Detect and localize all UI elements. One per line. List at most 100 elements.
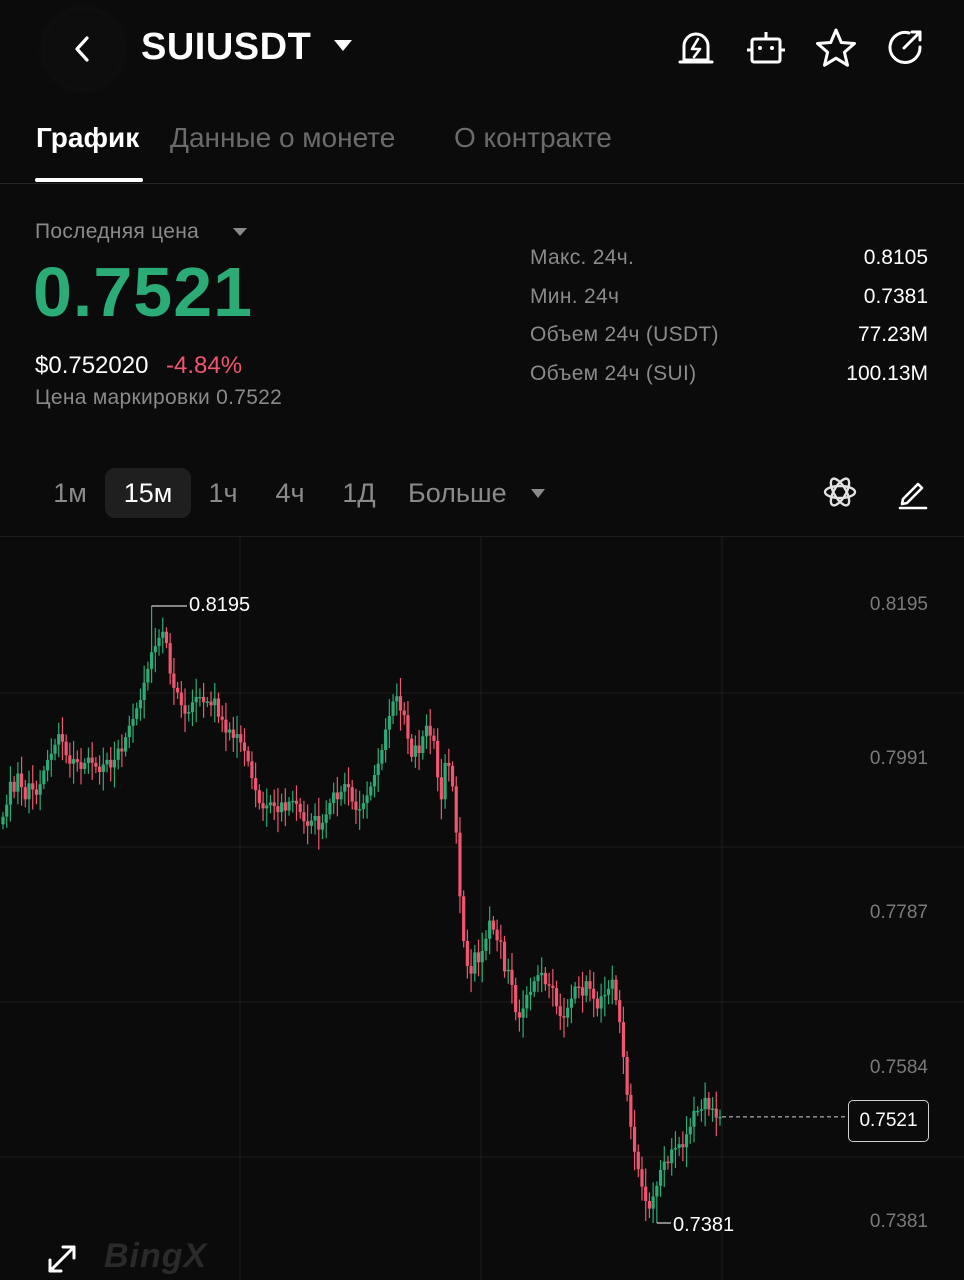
favorite-button[interactable]: [814, 26, 858, 70]
candle-body: [135, 708, 139, 719]
indicators-button[interactable]: [820, 472, 860, 512]
candle-body: [209, 701, 213, 706]
candle-body: [164, 631, 169, 644]
candle-body: [31, 783, 35, 790]
candle-body: [528, 991, 533, 995]
candle-body: [584, 981, 588, 996]
share-button[interactable]: [884, 26, 928, 70]
candle-body: [157, 637, 161, 647]
tab-coin-data[interactable]: Данные о монете: [170, 122, 395, 154]
trading-bot-button[interactable]: [744, 26, 788, 70]
candle-body: [68, 755, 72, 764]
candle-body: [280, 802, 284, 813]
candle-body: [109, 759, 113, 768]
candle-body: [90, 757, 94, 763]
candle-body: [365, 795, 369, 804]
stat-label: Макс. 24ч.: [530, 246, 635, 269]
candle-body: [346, 784, 351, 788]
candle-body: [317, 815, 321, 830]
interval-4h[interactable]: 4ч: [266, 468, 314, 518]
candle-body: [480, 950, 484, 963]
candle-body: [465, 941, 469, 967]
candle-body: [294, 800, 299, 804]
candle-body: [391, 701, 395, 716]
candle-body: [1, 816, 5, 825]
stat-row-volume-usdt: Объем 24ч (USDT) 77.23M: [530, 321, 928, 360]
candle-body: [332, 792, 336, 804]
fullscreen-icon[interactable]: [44, 1241, 80, 1277]
candle-body: [710, 1108, 715, 1111]
interval-more[interactable]: Больше: [408, 468, 518, 518]
candle-body: [469, 966, 473, 974]
interval-1d[interactable]: 1Д: [334, 468, 384, 518]
stat-row-volume-sui: Объем 24ч (SUI) 100.13M: [530, 360, 928, 399]
stat-value: 100.13M: [846, 361, 928, 385]
stat-label: Мин. 24ч: [530, 284, 620, 308]
candle-body: [395, 696, 399, 702]
caret-down-icon[interactable]: [531, 489, 545, 498]
candle-body: [242, 742, 247, 751]
candle-body: [257, 790, 261, 804]
candle-body: [536, 975, 540, 982]
candle-body: [213, 698, 217, 706]
interval-selector: 1м 15м 1ч 4ч 1Д Больше: [0, 462, 964, 524]
last-price-label[interactable]: Последняя цена: [35, 220, 199, 244]
symbol-title[interactable]: SUIUSDT: [141, 26, 311, 69]
candle-body: [577, 986, 581, 989]
candle-body: [5, 804, 9, 817]
candle-body: [123, 737, 128, 752]
interval-15m[interactable]: 15м: [105, 468, 191, 518]
candle-body: [79, 762, 83, 769]
caret-down-icon[interactable]: [334, 40, 352, 51]
candle-body: [320, 822, 325, 830]
tab-contract-info[interactable]: О контракте: [454, 122, 612, 154]
bingx-watermark: BingX: [104, 1237, 208, 1275]
candle-body: [324, 814, 328, 823]
candle-body: [194, 696, 198, 703]
candle-body: [499, 940, 503, 942]
candle-body: [402, 710, 406, 716]
tab-bar: График Данные о монете О контракте: [0, 110, 964, 184]
interval-1h[interactable]: 1ч: [200, 468, 246, 518]
candle-body: [376, 763, 380, 776]
candle-body: [216, 698, 221, 717]
candle-body: [547, 984, 551, 986]
price-alert-button[interactable]: [674, 26, 718, 70]
candle-body: [554, 988, 559, 1007]
tab-chart[interactable]: График: [36, 122, 139, 154]
candle-body: [562, 1016, 566, 1018]
candle-body: [57, 734, 61, 745]
y-axis-tick: 0.7584: [869, 1057, 928, 1078]
candle-body: [150, 652, 154, 669]
active-tab-indicator: [35, 178, 143, 182]
candle-body: [120, 748, 124, 752]
chart-canvas[interactable]: [0, 537, 964, 1280]
usd-price: $0.752020: [35, 352, 149, 379]
back-button[interactable]: [44, 10, 122, 88]
drawing-tools-button[interactable]: [892, 472, 932, 512]
interval-1m[interactable]: 1м: [44, 468, 96, 518]
candle-body: [71, 759, 76, 764]
candle-body: [220, 716, 224, 720]
star-icon: [816, 28, 856, 67]
y-axis-tick: 0.7991: [869, 748, 928, 769]
candle-body: [45, 759, 50, 771]
candle-body: [176, 687, 180, 693]
candle-body: [632, 1126, 637, 1152]
caret-down-icon[interactable]: [233, 228, 247, 236]
candle-body: [131, 718, 135, 726]
candle-body: [398, 696, 403, 711]
candle-body: [23, 787, 27, 800]
candle-body: [640, 1169, 644, 1187]
candle-body: [276, 806, 280, 813]
candlestick-chart[interactable]: 0.8195 0.7991 0.7787 0.7584 0.7381 0.819…: [0, 536, 964, 1280]
high-price-marker: 0.8195: [189, 594, 251, 616]
candle-body: [714, 1108, 718, 1118]
candle-body: [361, 803, 365, 810]
candle-body: [183, 705, 187, 714]
candle-body: [246, 750, 250, 762]
candle-body: [202, 696, 206, 703]
candle-body: [692, 1110, 696, 1127]
stat-value: 0.7381: [863, 284, 928, 308]
candle-body: [670, 1149, 674, 1164]
